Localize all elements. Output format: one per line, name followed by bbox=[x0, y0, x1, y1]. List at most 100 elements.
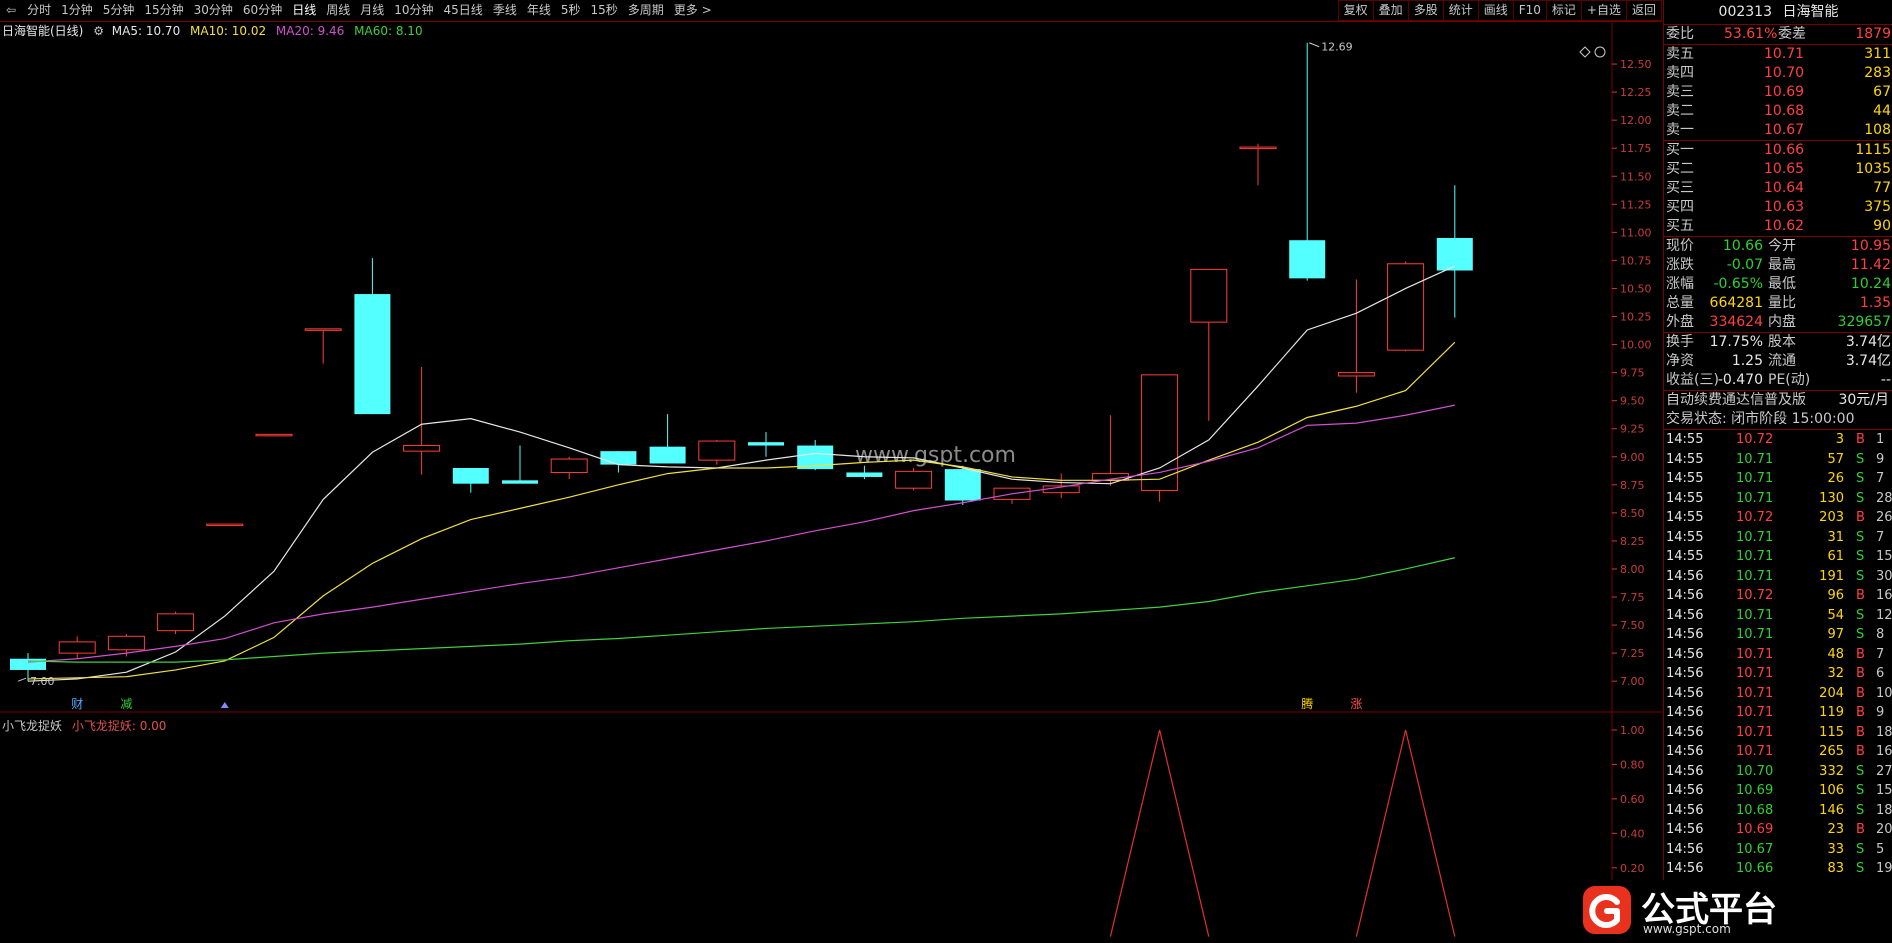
bids-row[interactable]: 买一 10.66 1115 bbox=[1664, 141, 1892, 160]
quote-value: -0.07 bbox=[1726, 257, 1763, 273]
price-tick-label: 7.00 bbox=[1620, 675, 1645, 688]
asks-price: 10.67 bbox=[1764, 122, 1805, 138]
candle-body bbox=[58, 641, 96, 654]
candle-body bbox=[10, 658, 46, 670]
tab-0[interactable]: 分时 bbox=[22, 0, 56, 21]
event-marker[interactable]: 涨 bbox=[1350, 696, 1362, 711]
asks-row[interactable]: 卖三 10.69 67 bbox=[1664, 83, 1892, 102]
tick-row: 14:55 10.71 57 S 9 bbox=[1664, 450, 1892, 470]
candle[interactable] bbox=[1337, 279, 1375, 393]
candle[interactable] bbox=[895, 467, 933, 491]
candle[interactable] bbox=[255, 433, 293, 437]
candle[interactable] bbox=[452, 467, 489, 493]
candle[interactable] bbox=[354, 258, 391, 415]
tab-5[interactable]: 60分钟 bbox=[238, 0, 287, 21]
event-marker[interactable]: 腾 bbox=[1301, 696, 1313, 711]
tick-volume: 204 bbox=[1819, 685, 1844, 701]
high-pointer bbox=[1309, 42, 1320, 48]
candle[interactable] bbox=[600, 451, 637, 473]
tab-3[interactable]: 15分钟 bbox=[139, 0, 188, 21]
toolbar-button-8[interactable]: 返回 bbox=[1625, 0, 1662, 21]
tick-time: 14:56 bbox=[1666, 841, 1704, 857]
candle[interactable] bbox=[1239, 143, 1277, 186]
price-tick-label: 11.25 bbox=[1620, 198, 1652, 211]
toolbar-button-4[interactable]: 画线 bbox=[1477, 0, 1514, 21]
candle[interactable] bbox=[1289, 42, 1326, 281]
stat-label: 股本 bbox=[1768, 334, 1796, 350]
tab-6[interactable]: 日线 bbox=[287, 0, 321, 21]
bids-row[interactable]: 买二 10.65 1035 bbox=[1664, 160, 1892, 179]
candle[interactable] bbox=[206, 523, 244, 527]
tab-2[interactable]: 5分钟 bbox=[98, 0, 140, 21]
tick-time: 14:55 bbox=[1666, 432, 1704, 447]
candle[interactable] bbox=[1042, 473, 1080, 499]
toolbar-button-0[interactable]: 复权 bbox=[1337, 0, 1374, 21]
candle[interactable] bbox=[748, 432, 784, 457]
candle[interactable] bbox=[502, 445, 538, 484]
bids-row[interactable]: 买四 10.63 375 bbox=[1664, 198, 1892, 217]
toolbar-button-3[interactable]: 统计 bbox=[1442, 0, 1479, 21]
candle-body bbox=[1190, 268, 1228, 323]
candle[interactable] bbox=[1387, 261, 1425, 352]
candle[interactable] bbox=[1141, 374, 1179, 502]
candle[interactable] bbox=[698, 439, 736, 465]
bids-row[interactable]: 买五 10.62 90 bbox=[1664, 217, 1892, 236]
tab-11[interactable]: 季线 bbox=[488, 0, 522, 21]
tab-9[interactable]: 10分钟 bbox=[389, 0, 438, 21]
candle[interactable] bbox=[550, 456, 588, 480]
toolbar-button-6[interactable]: 标记 bbox=[1545, 0, 1582, 21]
candle-body bbox=[550, 458, 588, 473]
diamond-icon[interactable] bbox=[1579, 46, 1591, 58]
asks-row[interactable]: 卖五 10.71 311 bbox=[1664, 45, 1892, 64]
tab-4[interactable]: 30分钟 bbox=[189, 0, 238, 21]
toolbar-button-1[interactable]: 叠加 bbox=[1372, 0, 1409, 21]
tick-volume: 265 bbox=[1819, 744, 1844, 759]
panel-title: 002313 日海智能 bbox=[1664, 0, 1892, 25]
tab-1[interactable]: 1分钟 bbox=[56, 0, 98, 21]
asks-row[interactable]: 卖二 10.68 44 bbox=[1664, 102, 1892, 121]
tab-13[interactable]: 5秒 bbox=[556, 0, 586, 21]
candle[interactable] bbox=[649, 414, 686, 464]
bids-row[interactable]: 买三 10.64 77 bbox=[1664, 179, 1892, 198]
stat-label: 流通 bbox=[1768, 353, 1796, 369]
tick-time: 14:55 bbox=[1666, 510, 1704, 525]
tab-8[interactable]: 月线 bbox=[355, 0, 389, 21]
toolbar-button-2[interactable]: 多股 bbox=[1407, 0, 1444, 21]
candle[interactable] bbox=[403, 367, 441, 475]
tick-row: 14:55 10.72 203 B 26 bbox=[1664, 508, 1892, 528]
toolbar-button-5[interactable]: F10 bbox=[1512, 0, 1547, 21]
tick-volume: 106 bbox=[1819, 783, 1844, 798]
candle-body bbox=[304, 328, 342, 331]
event-marker[interactable]: 减 bbox=[120, 697, 132, 711]
candle[interactable] bbox=[1436, 185, 1473, 318]
event-marker[interactable]: 财 bbox=[71, 697, 83, 711]
tick-time: 14:55 bbox=[1666, 490, 1704, 506]
tick-time: 14:56 bbox=[1666, 861, 1704, 876]
candle[interactable] bbox=[1091, 415, 1129, 486]
tick-count: 12 bbox=[1876, 607, 1892, 623]
asks-row[interactable]: 卖一 10.67 108 bbox=[1664, 121, 1892, 140]
tab-16[interactable]: 更多 > bbox=[669, 0, 717, 21]
promo-row[interactable]: 自动续费通达信普及版 30元/月 bbox=[1664, 391, 1892, 410]
candle[interactable] bbox=[58, 636, 96, 659]
quote-label: 量比 bbox=[1768, 295, 1796, 311]
candle[interactable] bbox=[1190, 268, 1228, 421]
back-icon[interactable]: ⇦ bbox=[0, 0, 22, 21]
stat-value: -0.470 bbox=[1717, 372, 1763, 388]
settings-icon[interactable]: ⚙ bbox=[93, 24, 104, 38]
tab-12[interactable]: 年线 bbox=[522, 0, 556, 21]
circle-icon[interactable] bbox=[1594, 46, 1606, 58]
candle[interactable] bbox=[157, 611, 195, 635]
tab-10[interactable]: 45日线 bbox=[439, 0, 488, 21]
candle[interactable] bbox=[304, 328, 342, 364]
price-tick-label: 7.25 bbox=[1620, 647, 1645, 660]
tab-7[interactable]: 周线 bbox=[321, 0, 355, 21]
tab-15[interactable]: 多周期 bbox=[623, 0, 669, 21]
candle-body bbox=[944, 469, 981, 501]
candle[interactable] bbox=[944, 465, 981, 506]
kline-chart[interactable]: 12.50 12.25 12.00 11.75 11.50 11.25 11.00 10.75… bbox=[0, 22, 1662, 940]
tick-side: S bbox=[1856, 451, 1865, 467]
tab-14[interactable]: 15秒 bbox=[585, 0, 622, 21]
asks-row[interactable]: 卖四 10.70 283 bbox=[1664, 64, 1892, 83]
toolbar-button-7[interactable]: +自选 bbox=[1580, 0, 1627, 21]
